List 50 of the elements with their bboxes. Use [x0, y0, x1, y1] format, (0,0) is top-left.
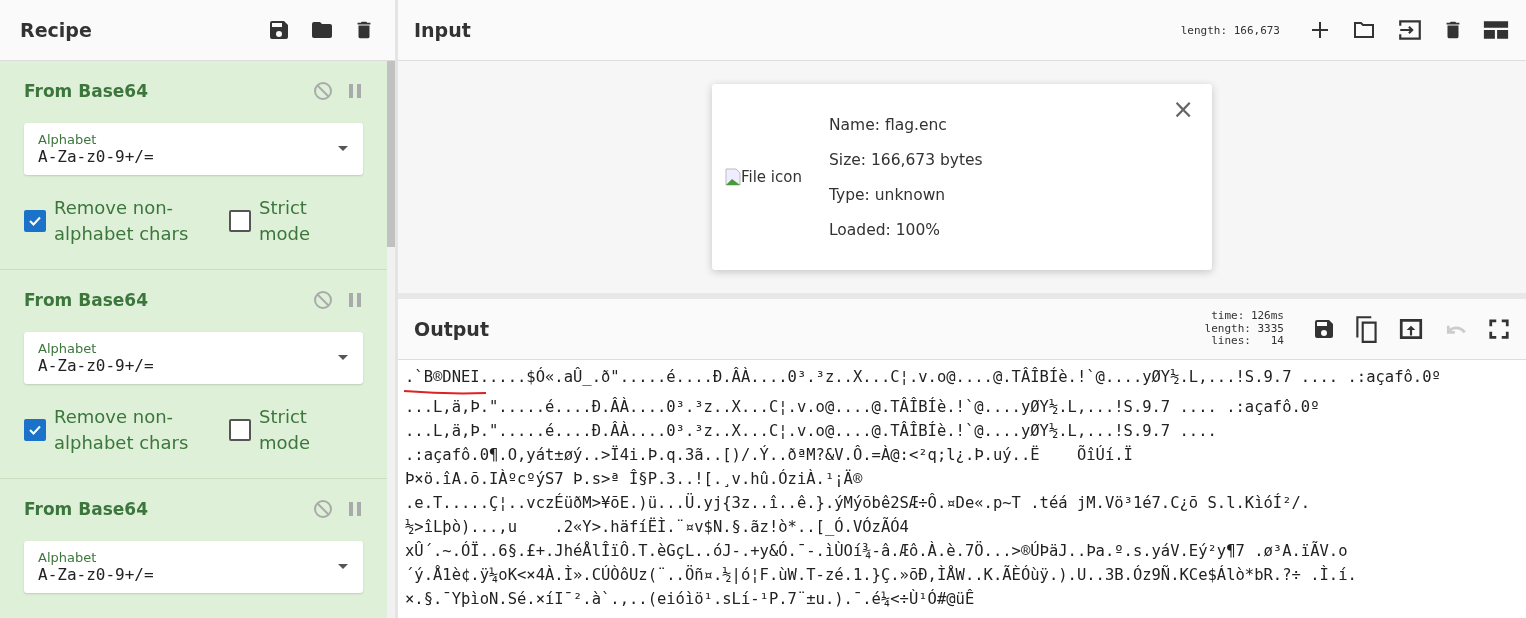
- output-stat: length: 3335: [1204, 322, 1284, 336]
- caret-icon: [337, 145, 349, 153]
- file-detail: Type: unknown: [829, 185, 947, 204]
- output-line: ...L,ä,Þ.".....é....Ð.ÂÀ....0³.³z..X...C¦.v.o@....@.TÂÎBÍè.!`@....yØY½.L,...!S.9.7 ....: [405, 420, 1218, 442]
- file-icon-alt-text: File icon: [741, 168, 802, 186]
- checkbox-label: Remove non-alphabet chars: [54, 405, 190, 456]
- checkbox[interactable]: [229, 419, 252, 442]
- save-icon[interactable]: [1312, 317, 1336, 341]
- file-detail: Size: 166,673 bytes: [829, 150, 983, 169]
- file-detail: Name: flag.enc: [829, 115, 948, 134]
- upload-box-icon[interactable]: [1398, 316, 1424, 342]
- checkbox-label: Strict mode: [259, 405, 312, 456]
- broken-image-icon: [725, 168, 741, 186]
- input-arrow-icon[interactable]: [1396, 17, 1424, 43]
- output-line: .`B®DNEI.....$Ó«.aÛ_.ð".....é....Ð.ÂÀ....0³.³z..X...C¦.v.o@....@.TÂÎBÍè.!`@....yØY½.L,...!S.9.7 .... .:açafô.0º: [405, 366, 1442, 388]
- alphabet-dropdown[interactable]: Alphabet A-Za-z0-9+/=: [24, 332, 363, 384]
- checkbox[interactable]: [24, 210, 46, 233]
- output-stat: lines: 14: [1211, 335, 1284, 348]
- file-detail: Loaded: 100%: [829, 220, 942, 239]
- checkbox[interactable]: [24, 419, 46, 442]
- checkbox-label: Strict mode: [259, 196, 312, 247]
- output-stat: time: 126ms: [1211, 310, 1284, 323]
- caret-icon: [337, 563, 349, 571]
- panel-title: Recipe: [20, 19, 92, 41]
- caret-icon: [337, 354, 349, 362]
- operation-title: From Base64: [24, 499, 149, 519]
- alphabet-dropdown[interactable]: Alphabet A-Za-z0-9+/=: [24, 541, 363, 593]
- output-line: ½>îLþò)...,u .2«Y>.häfíËÌ.¨¤v$N.§.ãz!ò*..[_Ó.VÓzÃÓ4: [405, 516, 910, 538]
- output-line: ...L,ä,Þ.".....é....Ð.ÂÀ....0³.³z..X...C¦.v.o@....@.TÂÎBÍè.!`@....yØY½.L,...!S.9.7 .... .:açafô.0º: [405, 396, 1321, 418]
- output-line: Þ×ö.îA.õ.IÀºcºýS7 Þ.s>ª Î§P.3..![.¸v.hû.ÓziÀ.¹¡Ä®: [405, 468, 864, 490]
- operation-title: From Base64: [24, 290, 149, 310]
- length-info: length: 166,673: [1180, 23, 1280, 37]
- output-line: .e.T.....Ç¦..vczÉüðM>¥õE.)ü...Ü.yj{3z..î..ê.}.ýMýõbê2SÆ÷Ô.¤De«.p~T .téá jM.Vö³1é7.C¿õ S.l.KìóÍ²/.: [405, 492, 1312, 514]
- checkbox[interactable]: [229, 210, 252, 233]
- alphabet-dropdown[interactable]: Alphabet A-Za-z0-9+/=: [24, 123, 363, 175]
- copy-icon[interactable]: [1354, 314, 1380, 344]
- close-button[interactable]: ×: [1168, 94, 1198, 124]
- fullscreen-icon[interactable]: [1488, 318, 1510, 340]
- operation-title: From Base64: [24, 81, 149, 101]
- save-icon[interactable]: [267, 18, 291, 42]
- checkbox-label: Remove non-alphabet chars: [54, 196, 190, 247]
- output-line: ×.§.¯YþìoN.Sé.×íI¯².à`.,..(eióìö¹.sLí-¹P.7¨±u.).¯.é¼<÷Ù¹Ó#@üÊ: [405, 588, 976, 610]
- layout-icon[interactable]: [1482, 19, 1510, 41]
- output-line: xÛ´.~.ÓÏ..6§.£+.JhéÅlÎïÔ.T.èGçL..óJ-.+y&Ó.¯-.ìÙOí¾-â.Æô.À.è.7Ö...>®ÚÞäJ..Þa.º.s.yáV.Eý²y¶7 .ø³A.ïÃV.o: [405, 540, 1349, 562]
- panel-title: Input: [414, 19, 471, 41]
- output-line: ´ý.Å1è¢.ÿ¼oK<×4À.Ì».CÚÒôUz(¨..Öñ¤.½|ó¦F.ùW.T-zé.1.}Ç.»õÐ,ÌÅW..K.ÃÈÓùÿ.).U..3B.Óz9Ñ.KCe$Álò*bR.?÷ .Ì.í.: [405, 564, 1358, 586]
- scrollbar-thumb[interactable]: [387, 61, 395, 247]
- input-area[interactable]: File icon Name: flag.enc Size: 166,673 bytes Type: unknown Loaded: 100% ×: [398, 61, 1526, 293]
- output-line: .:açafô.0¶.O,yát±øý..>Ï4i.Þ.q.3ã..[)/.Ý..ðªM?&V.Ô.=À@:<²q;l¿.Þ.uý..Ë ÕîÚí.Ï: [405, 444, 1134, 466]
- panel-title: Output: [414, 318, 489, 340]
